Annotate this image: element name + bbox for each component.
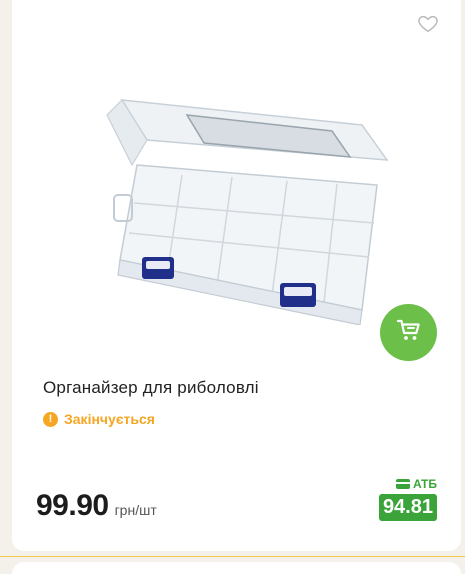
club-price-value: 94.81 (378, 494, 437, 521)
club-label: АТБ (395, 477, 437, 491)
add-to-cart-button[interactable] (380, 304, 437, 361)
cart-icon (396, 318, 422, 347)
price: 99.90 грн/шт (36, 489, 157, 523)
card-icon (395, 479, 410, 489)
price-unit: грн/шт (114, 502, 157, 518)
product-image[interactable] (92, 85, 392, 326)
product-title[interactable]: Органайзер для риболовлі (43, 378, 259, 398)
stock-status-text: Закінчується (64, 411, 155, 427)
divider (0, 556, 465, 557)
club-price: АТБ 94.81 (378, 477, 437, 521)
club-label-text: АТБ (412, 477, 437, 491)
product-card[interactable]: Органайзер для риболовлі ! Закінчується … (12, 0, 461, 551)
stock-status: ! Закінчується (43, 411, 155, 427)
next-product-card[interactable] (12, 562, 461, 574)
price-value: 99.90 (36, 489, 109, 522)
favorite-heart-icon[interactable] (417, 12, 439, 34)
exclamation-icon: ! (43, 411, 58, 427)
